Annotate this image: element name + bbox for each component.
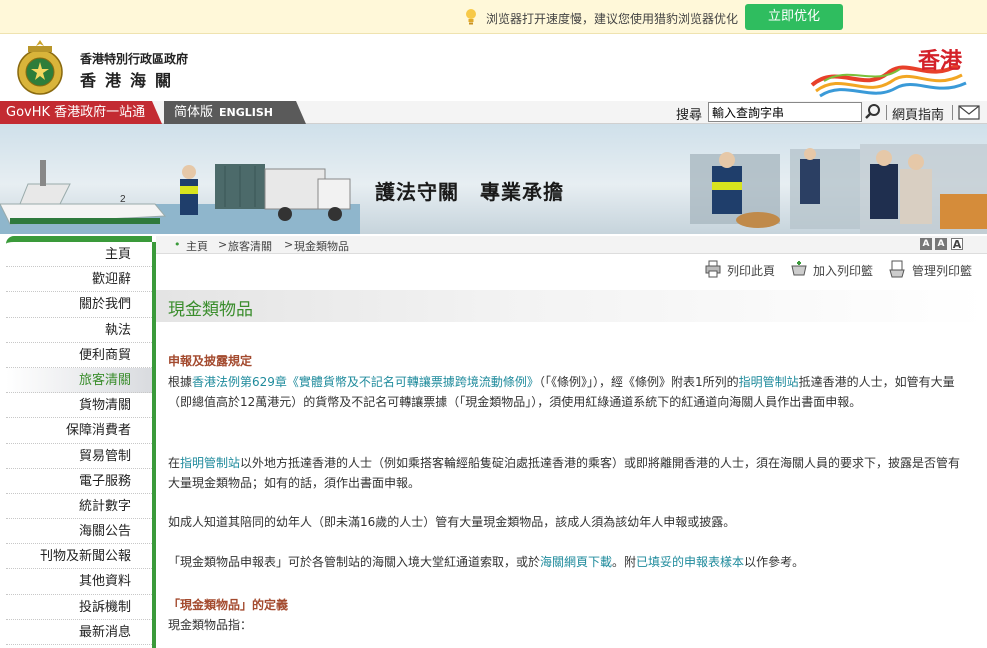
font-size-small-button[interactable]: A: [920, 238, 932, 250]
sidebar-item[interactable]: 其他資料: [6, 569, 152, 595]
breadcrumb-sep: >: [284, 238, 294, 251]
specified-control-point-link[interactable]: 指明管制站: [739, 375, 799, 389]
page-title: 現金類物品: [168, 300, 253, 320]
mail-icon[interactable]: [958, 105, 980, 120]
text: 。附: [612, 555, 637, 569]
search-input[interactable]: [708, 102, 862, 122]
text: 在: [168, 456, 181, 470]
sidebar-item[interactable]: 投訴機制: [6, 595, 152, 620]
sidebar-item[interactable]: 貿易管制: [6, 444, 152, 469]
banner-slogan: 護法守關 專業承擔: [375, 180, 564, 204]
specified-control-point-link[interactable]: 指明管制站: [180, 456, 240, 470]
org-name-line2: 香港海關: [80, 71, 181, 90]
left-menu: 主頁 歡迎辭 關於我們 執法 便利商貿 旅客清關 貨物清關 保障消費者 貿易管制 電子服務 統計數字…: [6, 236, 156, 648]
simplified-chinese-link[interactable]: 简体版: [174, 105, 213, 120]
section-heading-definition: 「現金類物品」的定義: [168, 598, 289, 612]
sidebar-item[interactable]: 主頁: [6, 242, 152, 268]
text: 根據: [168, 375, 193, 389]
sitemap-link[interactable]: 網頁指南: [892, 104, 944, 123]
search-icon[interactable]: [864, 103, 882, 121]
breadcrumb: • 主頁 > 旅客清關 > 現金類物品 A A A: [156, 236, 987, 254]
font-size-large-button[interactable]: A: [951, 238, 963, 251]
brand-text: 香港: [918, 49, 963, 74]
nav-divider: [886, 105, 887, 120]
printer-icon[interactable]: [705, 260, 721, 278]
optimize-button[interactable]: 立即优化: [745, 4, 843, 30]
sidebar-item[interactable]: 執法: [6, 318, 152, 343]
site-header: 香港特別行政區政府 香港海關 香港: [0, 35, 987, 101]
breadcrumb-bullet: •: [174, 238, 181, 251]
sidebar-item[interactable]: 海關公告: [6, 519, 152, 545]
breadcrumb-home[interactable]: 主頁: [186, 238, 208, 254]
section-heading-declaration: 申報及披露規定: [168, 354, 253, 368]
sidebar-item[interactable]: 貨物清關: [6, 393, 152, 419]
sidebar-item[interactable]: 關於我們: [6, 292, 152, 318]
sidebar-item[interactable]: 統計數字: [6, 494, 152, 520]
sidebar-item[interactable]: 最新消息: [6, 620, 152, 645]
paragraph-declaration: 根據香港法例第629章《實體貨幣及不記名可轉讓票據跨境流動條例》（「《條例》」）…: [168, 372, 968, 412]
customs-emblem-logo[interactable]: [14, 38, 66, 98]
hero-banner: 2 護法守關 專業承擔: [0, 124, 987, 234]
sidebar-item[interactable]: 歡迎辭: [6, 267, 152, 293]
govhk-link[interactable]: GovHK 香港政府一站通: [0, 101, 162, 124]
language-switcher: 简体版 ENGLISH: [164, 101, 306, 124]
text: 以作參考。: [744, 555, 805, 569]
sample-form-link[interactable]: 已填妥的申報表樣本: [636, 555, 744, 569]
sidebar-item[interactable]: 保障消費者: [6, 418, 152, 444]
breadcrumb-sep: >: [218, 238, 228, 251]
notice-message: 浏览器打开速度慢，建议您使用猎豹浏览器优化: [486, 12, 739, 26]
manage-print-basket-link[interactable]: 管理列印籃: [912, 262, 972, 279]
org-name-line1: 香港特別行政區政府: [80, 52, 189, 66]
sidebar-item[interactable]: 刊物及新聞公報: [6, 544, 152, 570]
paragraph-definition: 現金類物品指：: [168, 618, 253, 632]
english-link[interactable]: ENGLISH: [219, 106, 273, 119]
paragraph-form: 「現金類物品申報表」可於各管制站的海關入境大堂紅通道索取，或於海關網頁下載。附已…: [168, 552, 968, 572]
top-navbar: GovHK 香港政府一站通 简体版 ENGLISH 搜尋 網頁指南: [0, 101, 987, 124]
nav-divider: [952, 105, 953, 120]
search-label: 搜尋: [676, 108, 703, 123]
download-form-link[interactable]: 海關網頁下載: [540, 555, 612, 569]
browser-notice-bar: 浏览器打开速度慢，建议您使用猎豹浏览器优化 立即优化: [0, 0, 987, 34]
print-page-link[interactable]: 列印此頁: [727, 262, 775, 279]
add-to-print-basket-link[interactable]: 加入列印籃: [813, 262, 873, 279]
text: 「現金類物品申報表」可於各管制站的海關入境大堂紅通道索取，或於: [168, 555, 541, 569]
manage-print-basket-icon[interactable]: [889, 260, 905, 278]
sidebar-item[interactable]: 便利商貿: [6, 343, 152, 368]
paragraph-minor: 如成人知道其陪同的幼年人（即未滿16歲的人士）管有大量現金類物品，該成人須為該幼…: [168, 515, 736, 529]
svg-text:2: 2: [120, 194, 126, 205]
sidebar-item[interactable]: 旅客清關: [6, 367, 152, 394]
lightbulb-icon: [466, 9, 476, 25]
text: （「《條例》」），經《條例》附表1所列的: [538, 375, 739, 389]
font-size-medium-button[interactable]: A: [935, 238, 947, 250]
breadcrumb-current: 現金類物品: [294, 240, 349, 253]
text: 以外地方抵達香港的人士（例如乘搭客輪經船隻碇泊處抵達香港的乘客）或即將離開香港的…: [168, 456, 961, 490]
add-to-print-basket-icon[interactable]: [791, 260, 807, 278]
ordinance-link[interactable]: 香港法例第629章《實體貨幣及不記名可轉讓票據跨境流動條例》: [192, 375, 539, 389]
paragraph-disclosure: 在指明管制站以外地方抵達香港的人士（例如乘搭客輪經船隻碇泊處抵達香港的乘客）或即…: [168, 453, 968, 493]
sidebar-item[interactable]: 電子服務: [6, 469, 152, 494]
breadcrumb-level1[interactable]: 旅客清關: [228, 238, 272, 254]
page-title-bar: 現金類物品: [156, 290, 987, 322]
